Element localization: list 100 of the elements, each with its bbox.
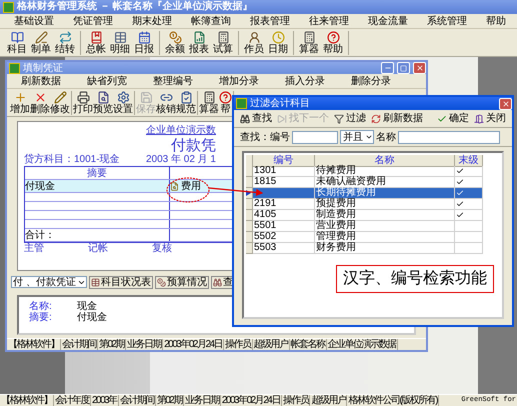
toolbar-button[interactable]: 总帐	[84, 30, 108, 54]
column-header: 末级	[455, 155, 483, 167]
grid-row[interactable]: 1301 待摊费用	[246, 166, 483, 177]
lookup-icon[interactable]	[170, 182, 179, 190]
chart-icon	[192, 30, 206, 44]
toolbar-button[interactable]: 增加	[10, 90, 30, 114]
toolbar-button[interactable]: 科目	[5, 30, 29, 54]
signature-label: 记帐	[88, 243, 108, 255]
save-icon	[140, 90, 152, 104]
grid-row[interactable]: 2191 预提费用	[246, 199, 483, 210]
action-button[interactable]: 科目状况表	[89, 276, 153, 288]
callout-text: 汉字、编号检索功能	[336, 265, 494, 293]
total-label: 合计：	[25, 229, 170, 241]
action-button[interactable]: 预算情况	[155, 276, 209, 288]
toolbar-button[interactable]: 修改	[50, 90, 70, 114]
clipboard-icon	[180, 90, 192, 104]
menu-item[interactable]: 现金流量	[368, 16, 408, 26]
menu-item[interactable]: 基础设置	[14, 16, 54, 26]
grid-row[interactable]: 长期待摊费用	[246, 188, 483, 199]
toolbar-button[interactable]: 过滤	[334, 113, 366, 124]
coins-icon	[168, 30, 182, 44]
menu-item[interactable]: 凭证管理	[73, 16, 113, 26]
toolbar-button[interactable]: 作员	[242, 30, 266, 54]
help-icon	[219, 90, 232, 104]
refresh-icon	[371, 114, 381, 124]
status-cell: 2003年02月24日	[163, 339, 224, 350]
repeat-icon	[58, 30, 72, 44]
toolbar-button[interactable]: 预览	[93, 90, 113, 114]
app-logo-icon	[236, 98, 247, 109]
menu-item[interactable]: 刷新数据	[21, 76, 61, 86]
toolbar-button[interactable]: 刷新数据	[371, 113, 423, 124]
toolbar-button[interactable]: 制单	[29, 30, 53, 54]
menu-item[interactable]: 删除分录	[351, 76, 391, 86]
toolbar-button[interactable]: 设置	[113, 90, 133, 114]
clock-icon	[272, 30, 284, 44]
table-cell: 费用	[181, 180, 201, 192]
grid-row[interactable]: 5503 财务费用	[246, 243, 483, 254]
table-cell: 付现金	[25, 180, 170, 192]
menu-item[interactable]: 缺省列宽	[87, 76, 127, 86]
ellipse-annotation	[166, 178, 210, 202]
toolbar-button[interactable]: 关闭	[474, 113, 506, 124]
preview-icon	[96, 90, 110, 104]
menu-item[interactable]: 帐簿查询	[191, 16, 231, 26]
signature-label: 复核	[152, 243, 172, 255]
toolbar-button[interactable]: 日期	[266, 30, 290, 54]
toolbar-button[interactable]: 确定	[437, 113, 469, 124]
toolbar-button[interactable]: 算器	[199, 90, 219, 114]
table-cell: 5503	[253, 243, 315, 254]
toolbar-button[interactable]: 结转	[53, 30, 77, 54]
menu-item[interactable]: 系统管理	[427, 16, 467, 26]
table-icon	[114, 30, 126, 44]
menu-item[interactable]: 增加分录	[219, 76, 259, 86]
calendar-icon	[138, 30, 150, 44]
toolbar-button[interactable]: 打印	[73, 90, 93, 114]
code-input-field[interactable]	[292, 130, 338, 144]
grid-row[interactable]: 5502 管理费用	[246, 232, 483, 243]
maximize-button[interactable]	[397, 62, 410, 74]
menu-item[interactable]: 插入分录	[285, 76, 325, 86]
toolbar-button[interactable]: 明细	[108, 30, 132, 54]
bookmark-icon	[90, 30, 102, 44]
toolbar-button[interactable]: 报表	[187, 30, 211, 54]
voucher-title: 付款凭	[171, 137, 216, 154]
voucher-type-select[interactable]: 付 、付款凭证	[11, 276, 87, 288]
toolbar-button[interactable]: 规范	[176, 90, 196, 114]
status-cell: 第02期	[156, 395, 184, 406]
menu-item[interactable]: 往来管理	[309, 16, 349, 26]
signature-label: 主管	[24, 243, 44, 255]
arrow-annotation	[208, 187, 264, 196]
status-cell: 会计期间	[118, 395, 156, 406]
toolbar-button[interactable]: 删除	[30, 90, 50, 114]
grid-row[interactable]: 4105 制造费用	[246, 210, 483, 221]
grid-row[interactable]: 1815 未确认融资费用	[246, 177, 483, 188]
toolbar-button[interactable]: 试算	[211, 30, 235, 54]
menu-item[interactable]: 报表管理	[250, 16, 290, 26]
close-icon	[34, 90, 46, 104]
name-input-field[interactable]	[398, 130, 500, 144]
menu-item[interactable]: 帮助	[486, 16, 506, 26]
toolbar-button[interactable]: 算器	[297, 30, 321, 54]
toolbar-button[interactable]: 帮助	[321, 30, 345, 54]
minimize-button[interactable]	[381, 62, 394, 74]
menu-item[interactable]: 整理编号	[153, 76, 193, 86]
toolbar-button[interactable]: 核销	[156, 90, 176, 114]
grid-row[interactable]: 5501 营业费用	[246, 221, 483, 232]
menu-item[interactable]: 期末处理	[132, 16, 172, 26]
operator-select[interactable]: 并且	[340, 130, 374, 144]
toolbar-button[interactable]: 日报	[132, 30, 156, 54]
status-cell: 格林软件公司(版权所有)	[347, 395, 440, 406]
calculator-icon	[216, 30, 230, 44]
close-button[interactable]	[413, 62, 426, 74]
status-cell: 2003年	[91, 395, 119, 406]
app-logo-icon	[3, 2, 14, 12]
column-header: 摘要	[25, 167, 170, 179]
info-label: 名称:	[29, 301, 53, 312]
toolbar-button[interactable]: 余额	[163, 30, 187, 54]
door-icon	[474, 114, 484, 124]
close-button[interactable]	[499, 98, 512, 110]
toolbar-button[interactable]: 查找	[240, 113, 272, 124]
voucher-date: 2003 年 02 月 1	[146, 154, 216, 166]
toolbar-button[interactable]: 帮	[219, 90, 232, 114]
column-header: 编号	[253, 155, 315, 167]
